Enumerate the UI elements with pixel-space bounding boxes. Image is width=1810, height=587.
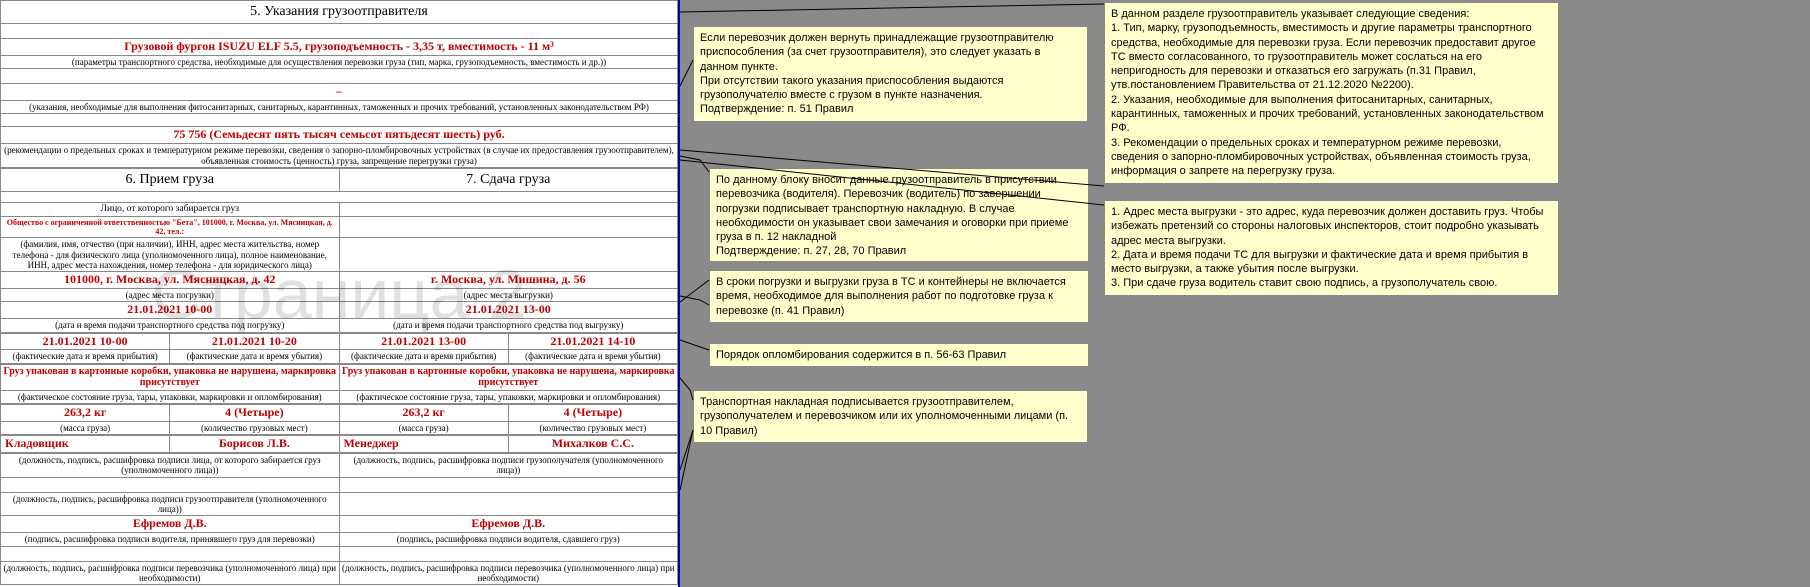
s7-plan-datetime-value: 21.01.2021 13-00 [339, 302, 678, 319]
arr-dep-table: 21.01.2021 10-00 21.01.2021 10-20 21.01.… [0, 333, 678, 364]
s5-vehicle-params-value: Грузовой фургон ISUZU ELF 5.5, грузоподъ… [1, 39, 678, 56]
s7-condition-value: Груз упакован в картонные коробки, упако… [339, 364, 678, 390]
s7-plan-datetime-desc: (дата и время подачи транспортного средс… [339, 319, 678, 332]
signature-row-1-desc: (должность, подпись, расшифровка подписи… [0, 453, 678, 585]
s6-condition-desc: (фактическое состояние груза, тары, упак… [1, 390, 340, 403]
note-3: В сроки погрузки и выгрузки груза в ТС и… [709, 270, 1089, 323]
s6-plan-datetime-value: 21.01.2021 10-00 [1, 302, 340, 319]
s5-requirements-desc: (указания, необходимые для выполнения фи… [1, 101, 678, 114]
s7-sig3-name: Ефремов Д.В. [339, 516, 678, 533]
s6-mass-value: 263,2 кг [1, 405, 170, 422]
s7-sig4-desc: (должность, подпись, расшифровка подписи… [339, 561, 678, 585]
condition-table: Груз упакован в картонные коробки, упако… [0, 364, 678, 404]
s6-sig4-desc: (должность, подпись, расшифровка подписи… [1, 561, 340, 585]
s5-requirements-value: – [1, 84, 678, 101]
s5-declared-desc: (рекомендации о предельных сроках и темп… [1, 144, 678, 168]
s6-departure-desc: (фактические дата и время убытия) [170, 350, 339, 363]
section-6-7-table: 6. Прием груза 7. Сдача груза Лицо, от к… [0, 168, 678, 333]
note-7: 1. Адрес места выгрузки - это адрес, куд… [1104, 200, 1559, 296]
section-6-title: 6. Прием груза [1, 168, 340, 191]
s6-condition-value: Груз упакован в картонные коробки, упако… [1, 364, 340, 390]
s7-arrival-desc: (фактические дата и время прибытия) [339, 350, 508, 363]
s6-seats-value: 4 (Четыре) [170, 405, 339, 422]
s7-sig1-position: Менеджер [339, 436, 508, 453]
note-1: Если перевозчик должен вернуть принадлеж… [693, 26, 1088, 122]
s6-sig1-position: Кладовщик [1, 436, 170, 453]
section-5-title: 5. Указания грузоотправителя [1, 1, 678, 24]
s6-arrival-value: 21.01.2021 10-00 [1, 333, 170, 350]
note-5: Транспортная накладная подписывается гру… [693, 390, 1088, 443]
mass-seats-table: 263,2 кг 4 (Четыре) 263,2 кг 4 (Четыре) … [0, 404, 678, 435]
note-2: По данному блоку вносит данные грузоотпр… [709, 168, 1089, 262]
s6-mass-desc: (масса груза) [1, 421, 170, 434]
s6-arrival-desc: (фактические дата и время прибытия) [1, 350, 170, 363]
s7-mass-value: 263,2 кг [339, 405, 508, 422]
s7-address-desc: (адрес места выгрузки) [339, 289, 678, 302]
document-page: Страница 2 5. Указания грузоотправителя … [0, 0, 680, 587]
s7-condition-desc: (фактическое состояние груза, тары, упак… [339, 390, 678, 403]
s6-address-desc: (адрес места погрузки) [1, 289, 340, 302]
s7-arrival-value: 21.01.2021 13-00 [339, 333, 508, 350]
s6-departure-value: 21.01.2021 10-20 [170, 333, 339, 350]
s6-sig1-desc: (должность, подпись, расшифровка подписи… [1, 453, 340, 477]
s7-departure-value: 21.01.2021 14-10 [508, 333, 677, 350]
section-7-title: 7. Сдача груза [339, 168, 678, 191]
s7-seats-value: 4 (Четыре) [508, 405, 677, 422]
s7-departure-desc: (фактические дата и время убытия) [508, 350, 677, 363]
s6-sig3-name: Ефремов Д.В. [1, 516, 340, 533]
note-4: Порядок опломбирования содержится в п. 5… [709, 343, 1089, 367]
signature-row-1: Кладовщик Борисов Л.В. Менеджер Михалков… [0, 435, 678, 453]
s6-sig1-name: Борисов Л.В. [170, 436, 339, 453]
s6-address-value: 101000, г. Москва, ул. Мясницкая, д. 42 [1, 272, 340, 289]
s6-seats-desc: (количество грузовых мест) [170, 421, 339, 434]
s5-declared-value: 75 756 (Семьдесят пять тысяч семьсот пят… [1, 127, 678, 144]
s6-person-desc: (фамилия, имя, отчество (при наличии), И… [1, 238, 340, 272]
s7-mass-desc: (масса груза) [339, 421, 508, 434]
s7-sig1-name: Михалков С.С. [508, 436, 677, 453]
s7-sig3-desc: (подпись, расшифровка подписи водителя, … [339, 533, 678, 546]
s6-sig3-desc: (подпись, расшифровка подписи водителя, … [1, 533, 340, 546]
note-6: В данном разделе грузоотправитель указыв… [1104, 2, 1559, 184]
s7-address-value: г. Москва, ул. Мишина, д. 56 [339, 272, 678, 289]
s6-person-label: Лицо, от которого забирается груз [1, 202, 340, 216]
s6-plan-datetime-desc: (дата и время подачи транспортного средс… [1, 319, 340, 332]
s7-sig1-desc: (должность, подпись, расшифровка подписи… [339, 453, 678, 477]
s5-vehicle-params-desc: (параметры транспортного средства, необх… [1, 55, 678, 68]
s7-seats-desc: (количество грузовых мест) [508, 421, 677, 434]
section-5-table: 5. Указания грузоотправителя Грузовой фу… [0, 0, 678, 168]
s6-person-value: Общество с ограниченной ответственностью… [1, 216, 340, 237]
s6-sig2-desc: (должность, подпись, расшифровка подписи… [1, 492, 340, 516]
